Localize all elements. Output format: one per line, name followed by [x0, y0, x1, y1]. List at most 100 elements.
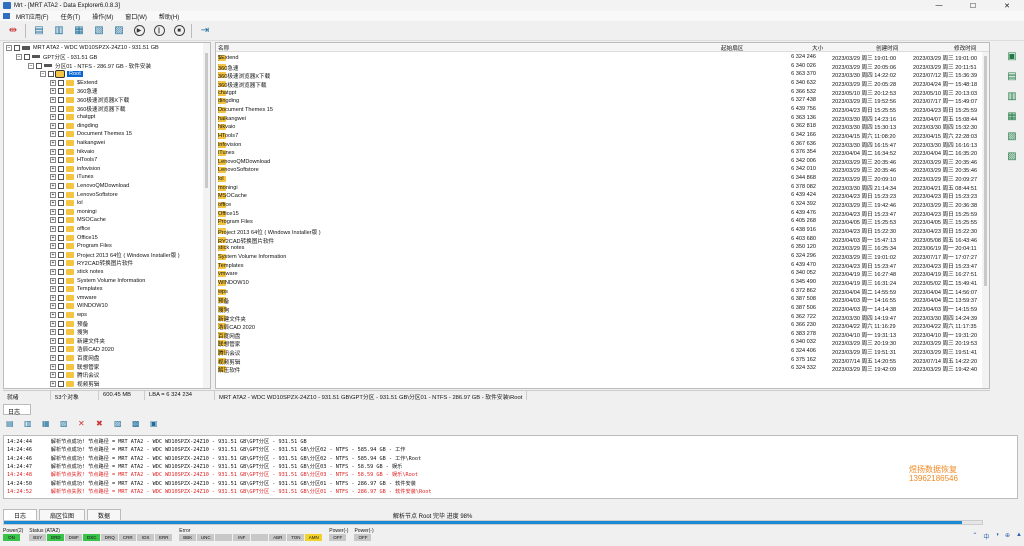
file-row[interactable]: 视频剪辑 6 375 162 2023/07/14 周五 14:20:55 2023/… [216, 356, 989, 366]
tree-node-folder[interactable]: +360急速 [50, 87, 98, 96]
export-icon[interactable]: ▥ [1006, 90, 1018, 102]
file-row[interactable]: 新建文件夹 6 362 722 2023/03/30 周四 14:19:47 2023… [216, 313, 989, 323]
play-icon[interactable]: ▶ [132, 24, 146, 38]
expand-icon[interactable]: + [50, 208, 56, 215]
tree-node-folder[interactable]: + iTunes [50, 173, 94, 182]
file-list[interactable]: 名称 起始扇区 大小 创建时间 修改时间 $Extend 6 324 246 202… [215, 42, 990, 389]
checkbox[interactable] [24, 53, 30, 60]
expand-icon[interactable]: + [50, 354, 56, 361]
menu-mrt-app[interactable]: MRT应用(F) [10, 12, 55, 21]
file-row[interactable]: 解压软件 6 324 332 2023/03/29 周三 19:42:09 2023/… [216, 364, 989, 374]
menu-window[interactable]: 窗口(W) [119, 12, 153, 21]
tree-node-root[interactable]: − Root [40, 70, 83, 79]
checkbox[interactable] [58, 372, 64, 379]
checkbox[interactable] [58, 320, 64, 327]
log-output[interactable]: 煜扬数据恢复 13962186546 14:24:44 解析节点成功! 节点路径… [3, 435, 1018, 499]
expand-icon[interactable]: + [50, 380, 56, 387]
expand-icon[interactable]: + [50, 243, 56, 250]
tree-node-gpt[interactable]: − GPT分区 - 931.51 GB [16, 53, 97, 62]
checkbox[interactable] [58, 225, 64, 232]
tree-node-disk[interactable]: − MRT ATA2 - WDC WD10SPZX-24Z10 - 931.51 … [6, 44, 159, 53]
checkbox[interactable] [58, 346, 64, 353]
file-row[interactable]: LenovoQMDownload 6 342 006 2023/03/29 周三 2… [216, 157, 989, 166]
tree-scrollbar[interactable] [203, 43, 210, 388]
checkbox[interactable] [58, 148, 64, 155]
checkbox[interactable] [58, 114, 64, 121]
tree-node-folder[interactable]: + 搜狗 [50, 328, 88, 337]
file-row[interactable]: 预备 6 387 508 2023/04/03 周一 14:16:55 2023/04… [216, 295, 989, 305]
file-row[interactable]: 360急速 6 340 026 2023/03/29 周三 20:05:06 2023… [216, 62, 989, 72]
expand-icon[interactable]: + [50, 200, 56, 207]
tree-node-folder[interactable]: + $Extend [50, 78, 98, 87]
file-row[interactable]: chatgpt 6 366 532 2023/05/10 周三 20:12:53 20… [216, 88, 989, 97]
expand-icon[interactable]: + [50, 337, 56, 344]
file-row[interactable]: WINDOW10 6 345 490 2023/04/19 周三 16:31:24 2… [216, 278, 989, 287]
checkbox[interactable] [58, 157, 64, 164]
tree-node-folder[interactable]: + chatgpt [50, 113, 95, 122]
collapse-icon[interactable]: − [40, 71, 46, 78]
checkbox[interactable] [58, 122, 64, 129]
expand-icon[interactable]: + [50, 148, 56, 155]
collapse-icon[interactable]: − [6, 45, 12, 52]
maximize-button[interactable]: ☐ [956, 0, 990, 11]
expand-icon[interactable]: + [50, 363, 56, 370]
tree-node-folder[interactable]: + MSOCache [50, 216, 106, 225]
tree-node-folder[interactable]: + vmware [50, 293, 97, 302]
file-row[interactable]: stick notes 6 350 120 2023/03/29 周三 16:25:… [216, 243, 989, 252]
expand-icon[interactable]: + [50, 372, 56, 379]
checkbox[interactable] [58, 208, 64, 215]
checkbox[interactable] [58, 354, 64, 361]
checkbox[interactable] [58, 251, 64, 258]
expand-icon[interactable]: + [50, 217, 56, 224]
checkbox[interactable] [58, 311, 64, 318]
checkbox[interactable] [58, 303, 64, 310]
checkbox[interactable] [58, 337, 64, 344]
close-button[interactable]: ✕ [990, 0, 1024, 11]
expand-icon[interactable]: + [50, 277, 56, 284]
file-row[interactable]: dingding 6 327 438 2023/03/29 周三 19:52:56 2… [216, 96, 989, 105]
tree-node-folder[interactable]: + dingding [50, 121, 98, 130]
checkbox[interactable] [58, 243, 64, 250]
checkbox[interactable] [58, 277, 64, 284]
expand-icon[interactable]: + [50, 182, 56, 189]
tree-node-folder[interactable]: + lol [50, 199, 83, 208]
copy-icon[interactable]: ▣ [1006, 50, 1018, 62]
file-row[interactable]: 360极速浏览器X下载 6 363 370 2023/03/30 周四 14:22:… [216, 70, 989, 80]
document-list-icon[interactable]: ▥ [52, 24, 66, 38]
file-row[interactable]: haikangwei 6 363 136 2023/03/30 周四 14:23:1… [216, 114, 989, 123]
recover-icon[interactable]: ▦ [1006, 110, 1018, 122]
file-row[interactable]: System Volume Information 6 324 296 2023/0… [216, 252, 989, 261]
file-row[interactable]: lol 6 344 868 2023/03/29 周三 20:09:10 2023/0… [216, 174, 989, 183]
settings-icon[interactable]: ▨ [1006, 150, 1018, 162]
file-row[interactable]: office 6 324 392 2023/03/29 周三 19:42:46 202… [216, 200, 989, 209]
checkbox[interactable] [58, 165, 64, 172]
scroll-thumb[interactable] [984, 56, 987, 286]
checkbox[interactable] [58, 294, 64, 301]
checkbox[interactable] [58, 363, 64, 370]
tree-node-folder[interactable]: + Project 2013 64位 ( Windows Installer版 ) [50, 250, 180, 259]
file-row[interactable]: vmware 6 340 052 2023/04/19 周三 16:27:48 202… [216, 269, 989, 278]
expand-icon[interactable]: + [50, 234, 56, 241]
checkbox[interactable] [58, 260, 64, 267]
expand-icon[interactable]: + [50, 96, 56, 103]
expand-icon[interactable]: + [50, 268, 56, 275]
col-created[interactable]: 创建时间 [876, 44, 898, 52]
log-copy-icon[interactable]: ▦ [42, 419, 52, 429]
tree-node-folder[interactable]: +360极速浏览器下载 [50, 104, 126, 113]
directory-tree[interactable]: − MRT ATA2 - WDC WD10SPZX-24Z10 - 931.51 … [3, 42, 211, 389]
checkbox[interactable] [58, 200, 64, 207]
log-delete-icon[interactable]: ✕ [78, 419, 88, 429]
file-copy-icon[interactable]: ▨ [112, 24, 126, 38]
tree-node-folder[interactable]: + 百度网盘 [50, 354, 99, 363]
minimize-button[interactable]: — [922, 0, 956, 11]
expand-icon[interactable]: + [50, 114, 56, 121]
expand-icon[interactable]: + [50, 139, 56, 146]
file-row[interactable]: 360极速浏览器下载 6 340 632 2023/03/29 周三 20:05:2… [216, 79, 989, 89]
log-tab[interactable]: 日志 [3, 404, 31, 416]
tree-node-folder[interactable]: + 预备 [50, 319, 88, 328]
tray-icon[interactable]: ▲ [1016, 532, 1022, 541]
tray-icon[interactable]: ⊕ [1005, 532, 1010, 541]
expand-icon[interactable]: + [50, 225, 56, 232]
tree-node-folder[interactable]: + WINDOW10 [50, 302, 108, 311]
file-row[interactable]: wps 6 372 862 2023/04/04 周二 14:55:59 2023/0… [216, 287, 989, 296]
